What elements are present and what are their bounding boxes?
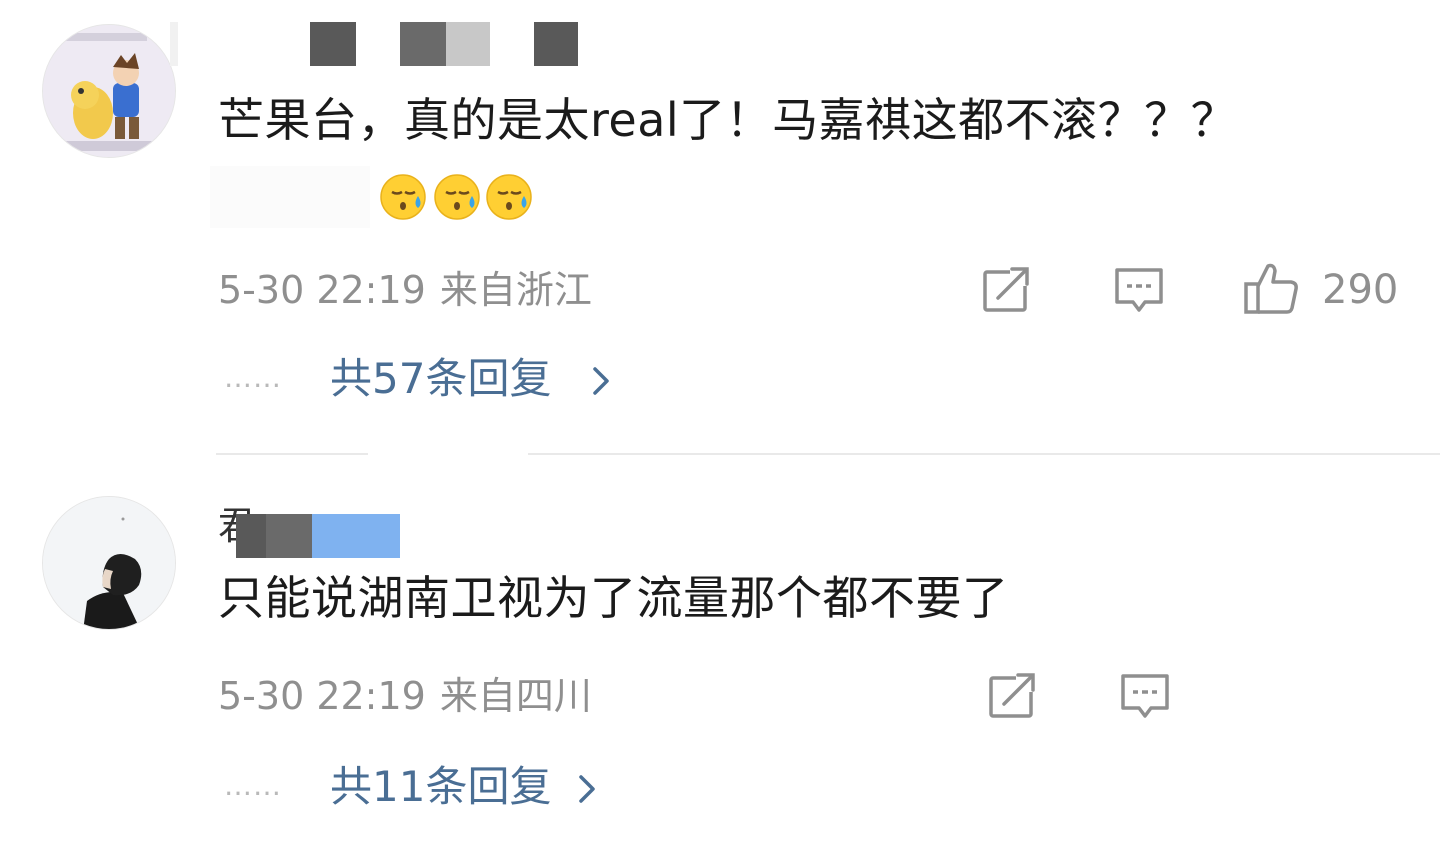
comment-icon[interactable]	[1112, 264, 1166, 318]
comment-item: 君 只能说湖南卫视为了流量那个都不要了 5-30 22:19 来自四川 …… 共1…	[0, 456, 1440, 860]
blur-block	[310, 22, 356, 66]
avatar-image	[43, 497, 175, 629]
blur-block	[266, 514, 312, 558]
like-count: 290	[1322, 267, 1399, 313]
comment-region: 来自四川	[439, 674, 592, 718]
emoji-row	[210, 166, 540, 236]
username-redacted[interactable]: 君	[218, 504, 418, 558]
blur-block	[446, 22, 490, 66]
share-icon[interactable]	[980, 262, 1034, 316]
comment-text: 只能说湖南卫视为了流量那个都不要了	[218, 571, 1009, 625]
avatar-image	[43, 25, 175, 157]
comment-date: 5-30 22:19	[218, 674, 426, 718]
sweat-emoji-icon	[434, 174, 480, 220]
username-redacted[interactable]	[170, 22, 590, 68]
avatar[interactable]	[42, 496, 176, 630]
blur-block	[534, 22, 578, 66]
comment-region: 来自浙江	[439, 268, 592, 312]
chevron-right-icon	[593, 367, 609, 395]
comment-date: 5-30 22:19	[218, 268, 426, 312]
reply-dots: ……	[224, 769, 282, 802]
reply-count-label: 共57条回复	[330, 354, 552, 403]
blur-block	[170, 22, 178, 66]
avatar[interactable]	[42, 24, 176, 158]
comment-item: 芒果台，真的是太real了！马嘉祺这都不滚？？？ 5-30 22:19 来自浙江	[0, 0, 1440, 453]
comment-meta: 5-30 22:19 来自四川	[218, 672, 592, 720]
comment-divider	[216, 453, 1440, 455]
comment-meta: 5-30 22:19 来自浙江	[218, 266, 592, 314]
share-icon[interactable]	[986, 668, 1040, 722]
chevron-right-icon	[579, 775, 595, 803]
view-replies-link[interactable]: …… 共57条回复	[224, 354, 624, 406]
comment-text: 芒果台，真的是太real了！马嘉祺这都不滚？？？	[218, 93, 1238, 147]
sweat-emoji-icon	[486, 174, 532, 220]
reply-count-label: 共11条回复	[330, 762, 552, 811]
blurred-sticker	[210, 166, 370, 228]
blur-block	[312, 514, 400, 558]
sweat-emoji-icon	[380, 174, 426, 220]
like-icon[interactable]	[1242, 260, 1300, 318]
comment-icon[interactable]	[1118, 670, 1172, 724]
divider-gap	[368, 453, 528, 455]
view-replies-link[interactable]: …… 共11条回复	[224, 762, 614, 814]
blur-block	[400, 22, 446, 66]
reply-dots: ……	[224, 361, 282, 394]
